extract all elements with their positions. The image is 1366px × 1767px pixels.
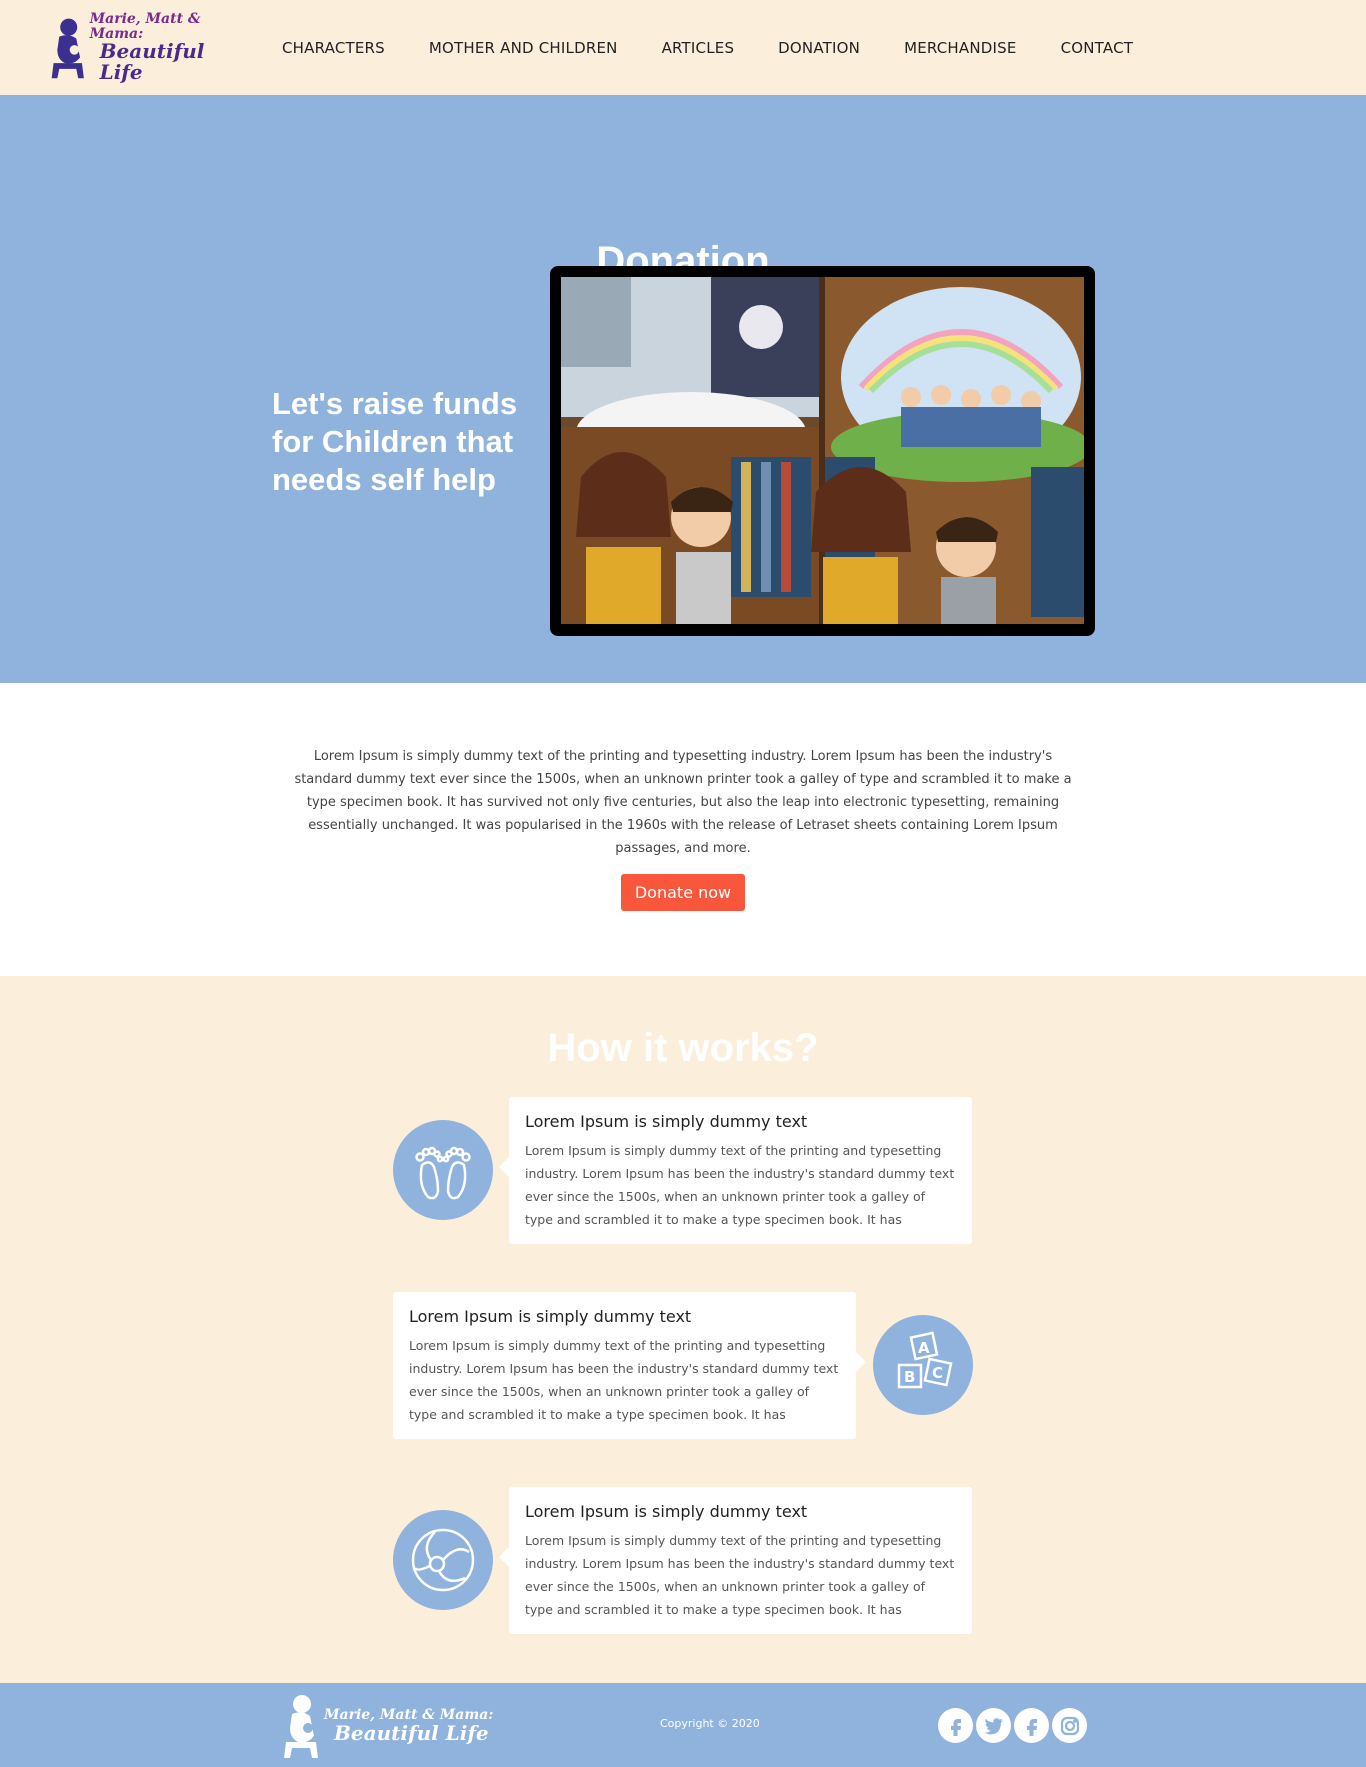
twitter-icon[interactable] [976,1708,1011,1743]
instagram-icon[interactable] [1052,1708,1087,1743]
abc-blocks-icon: A B C [873,1315,973,1415]
baby-feet-icon [393,1120,493,1220]
site-logo[interactable]: Marie, Matt & Mama: Beautiful Life [46,10,250,85]
svg-text:C: C [932,1364,943,1382]
step-body: Lorem Ipsum is simply dummy text of the … [525,1533,955,1617]
step-card: Lorem Ipsum is simply dummy text Lorem I… [499,1487,972,1634]
step-body: Lorem Ipsum is simply dummy text of the … [525,1143,955,1227]
logo-line2: Beautiful Life [99,39,205,85]
mother-figure-icon [284,1695,318,1758]
nav-item-characters[interactable]: CHARACTERS [282,39,385,57]
step-body: Lorem Ipsum is simply dummy text of the … [409,1338,839,1422]
step-heading: Lorem Ipsum is simply dummy text [525,1112,808,1131]
nav-item-mother-and-children[interactable]: MOTHER AND CHILDREN [429,39,618,57]
main-nav: CHARACTERS MOTHER AND CHILDREN ARTICLES … [282,39,1177,57]
step-heading: Lorem Ipsum is simply dummy text [525,1502,808,1521]
site-footer: Marie, Matt & Mama: Beautiful Life Copyr… [0,1683,1366,1767]
facebook-icon[interactable] [938,1708,973,1743]
nav-item-merchandise[interactable]: MERCHANDISE [904,39,1017,57]
nav-item-donation[interactable]: DONATION [778,39,860,57]
donate-now-button[interactable]: Donate now [621,874,745,911]
social-links [938,1708,1090,1743]
nav-item-contact[interactable]: CONTACT [1061,39,1134,57]
svg-text:A: A [918,1339,930,1357]
step-heading: Lorem Ipsum is simply dummy text [409,1307,692,1326]
footer-logo[interactable]: Marie, Matt & Mama: Beautiful Life [278,1692,493,1760]
site-header: Marie, Matt & Mama: Beautiful Life CHARA… [0,0,1366,95]
beach-ball-icon [393,1510,493,1610]
svg-text:B: B [904,1368,915,1386]
copyright-text: Copyright © 2020 [660,1717,760,1730]
step-card: Lorem Ipsum is simply dummy text Lorem I… [499,1097,972,1244]
hero-illustration [561,277,1084,624]
facebook-icon[interactable] [1014,1708,1049,1743]
how-it-works-section: How it works? Lorem Ipsum is simply dumm… [0,976,1366,1683]
logo-line1: Marie, Matt & Mama: [89,10,201,42]
hero-image-frame [550,266,1095,636]
intro-text: Lorem Ipsum is simply dummy text of the … [294,749,1072,856]
how-it-works-title: How it works? [547,1026,819,1070]
mother-figure-icon [51,18,84,80]
step-card: Lorem Ipsum is simply dummy text Lorem I… [393,1292,866,1439]
hero-tagline: Let's raise funds for Children that need… [272,386,518,497]
logo-line2: Beautiful Life [334,1720,489,1745]
hero-section: Donation Let's raise funds for Children … [0,95,1366,683]
intro-section: Lorem Ipsum is simply dummy text of the … [0,683,1366,976]
nav-item-articles[interactable]: ARTICLES [662,39,735,57]
